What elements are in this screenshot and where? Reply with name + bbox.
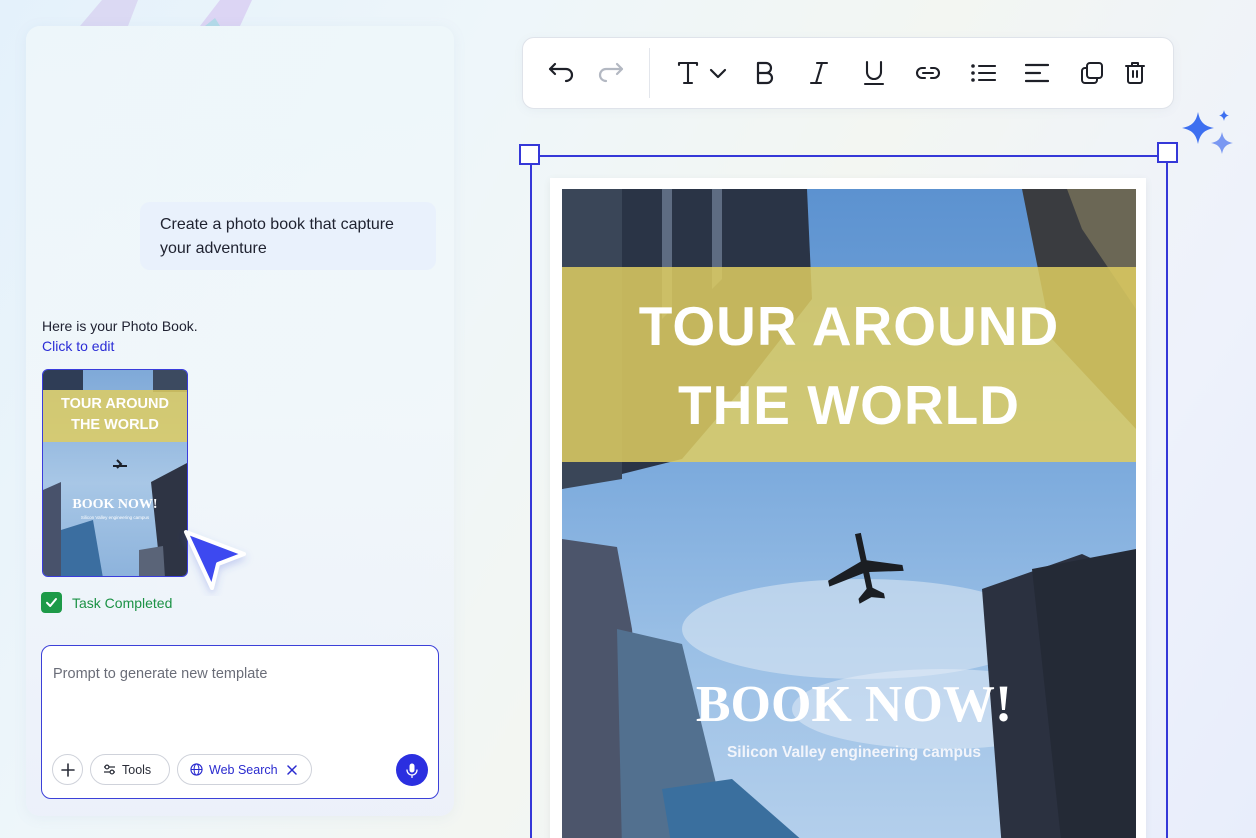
editor-toolbar [522,37,1174,109]
link-button[interactable] [913,58,943,88]
prompt-input-box[interactable]: Prompt to generate new template Tools We… [41,645,439,799]
web-search-chip[interactable]: Web Search [177,754,312,785]
ai-reply-text: Here is your Photo Book. [42,318,198,334]
photo-book-thumbnail[interactable]: TOUR AROUND THE WORLD BOOK NOW! Silicon … [42,369,188,577]
toolbar-divider [649,48,650,98]
redo-icon [598,62,624,83]
microphone-button[interactable] [396,754,428,786]
duplicate-button[interactable] [1077,58,1107,88]
text-style-dropdown[interactable] [671,58,733,88]
sparkle-icon [1182,110,1233,154]
sliders-icon [104,764,115,775]
underline-icon [863,60,885,86]
underline-button[interactable] [859,58,889,88]
redo-button[interactable] [595,58,625,88]
undo-button[interactable] [547,58,577,88]
microphone-icon [406,763,418,778]
user-message-text: Create a photo book that capture your ad… [160,216,394,257]
text-icon [677,61,699,85]
cursor-arrow-icon [184,530,246,590]
bold-button[interactable] [750,58,780,88]
resize-handle-top-left[interactable] [519,144,540,165]
add-attachment-button[interactable] [52,754,83,785]
duplicate-icon [1081,62,1103,84]
prompt-placeholder[interactable]: Prompt to generate new template [53,666,267,682]
thumbnail-title-line1: TOUR AROUND [61,396,169,412]
bold-icon [756,61,774,85]
link-icon [916,66,940,80]
close-icon[interactable] [286,764,297,775]
thumbnail-subtitle: Silicon Valley engineering campus [80,515,150,520]
chevron-down-icon [709,68,727,79]
thumbnail-title: TOUR AROUND THE WORLD [43,394,187,436]
delete-button[interactable] [1120,58,1150,88]
align-left-icon [1025,63,1049,83]
plus-icon [60,762,75,777]
user-message-bubble: Create a photo book that capture your ad… [140,202,436,270]
selection-frame [530,155,1168,838]
thumbnail-title-line2: THE WORLD [71,417,159,433]
task-completed-label: Task Completed [72,594,173,611]
click-to-edit-link[interactable]: Click to edit [42,338,114,354]
italic-button[interactable] [804,58,834,88]
thumbnail-book-now: BOOK NOW! [72,497,158,512]
globe-icon [190,763,203,776]
undo-icon [548,62,574,83]
trash-icon [1125,62,1145,84]
checkmark-icon [41,592,62,613]
task-completed-status: Task Completed [41,592,172,613]
italic-icon [809,61,829,85]
bulleted-list-button[interactable] [968,58,998,88]
align-button[interactable] [1022,58,1052,88]
web-search-label: Web Search [209,762,278,777]
tools-button[interactable]: Tools [90,754,170,785]
list-icon [971,64,996,82]
tools-label: Tools [122,762,152,777]
resize-handle-top-right[interactable] [1157,142,1178,163]
decorative-shapes [80,0,252,26]
